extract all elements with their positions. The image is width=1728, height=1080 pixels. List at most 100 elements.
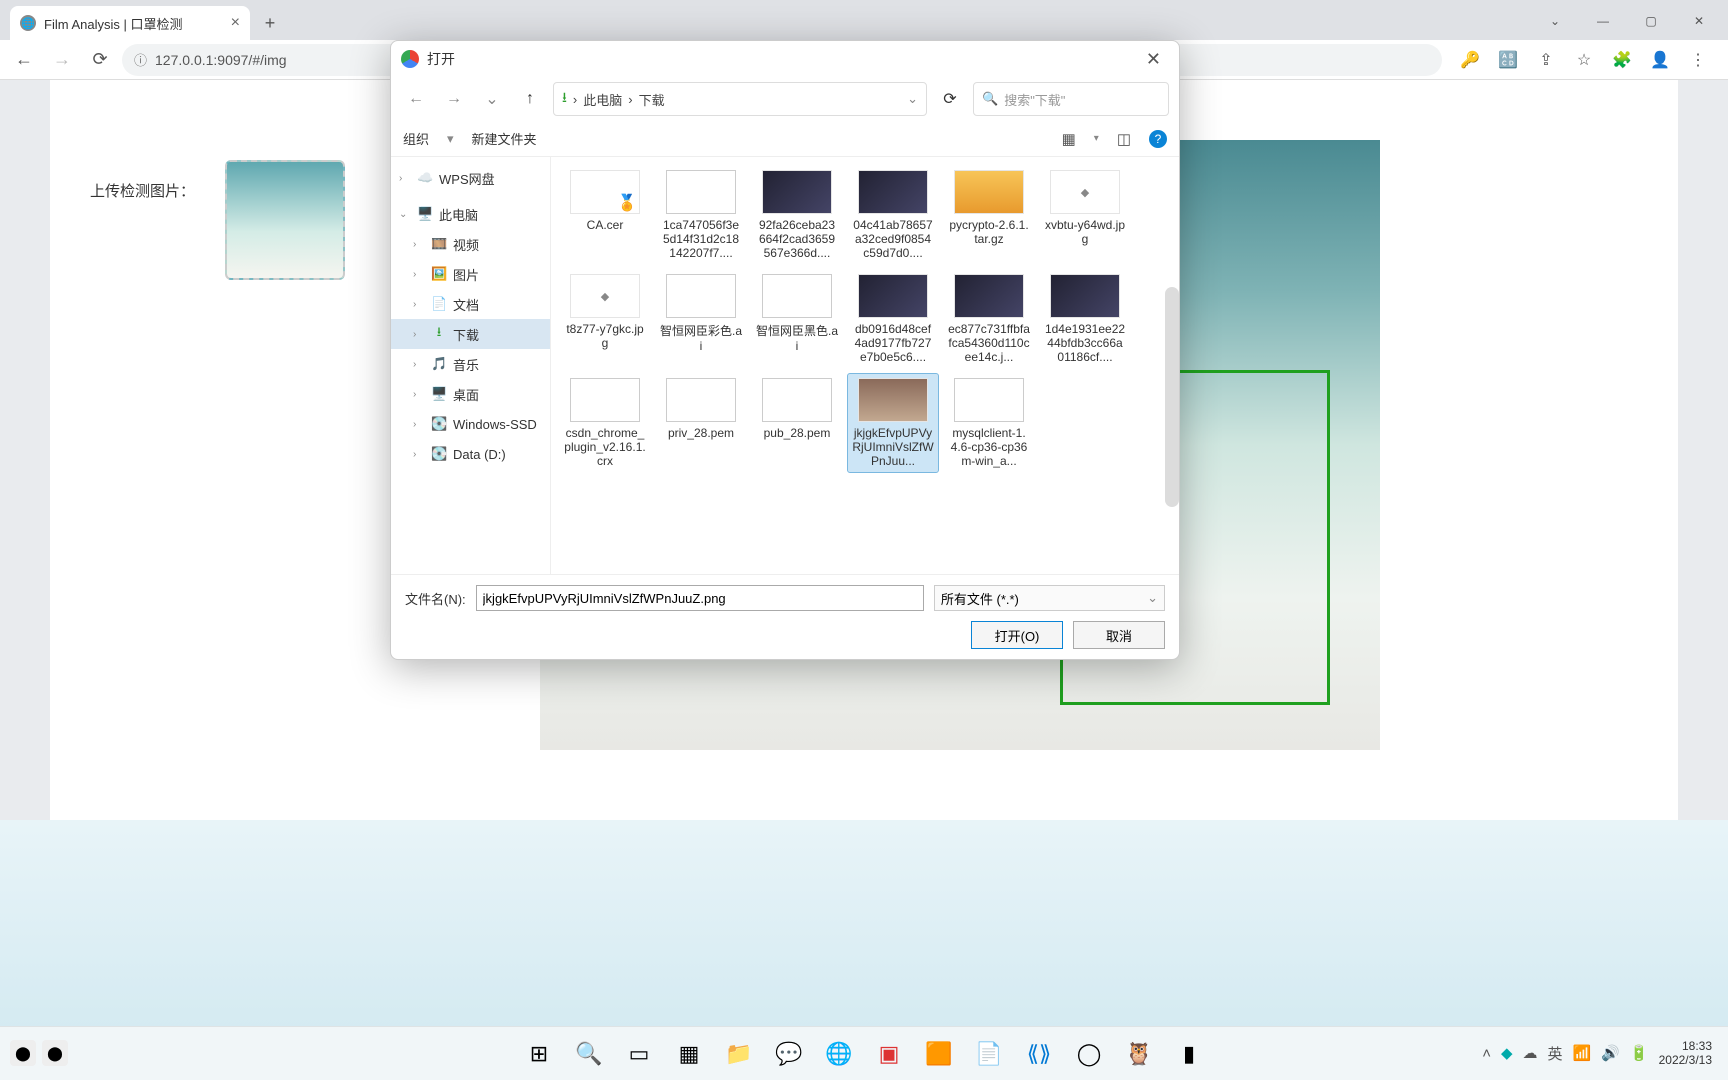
- tray-badge-1[interactable]: ⬤: [10, 1040, 36, 1066]
- bookmark-icon[interactable]: ☆: [1570, 46, 1598, 74]
- tree-documents[interactable]: ›📄文档: [391, 289, 550, 319]
- tray-app-icon[interactable]: ◆: [1501, 1044, 1513, 1062]
- organize-menu[interactable]: 组织: [403, 129, 429, 148]
- wechat-icon[interactable]: 💬: [768, 1033, 810, 1075]
- dialog-refresh-button[interactable]: ⟳: [935, 84, 965, 114]
- nav-forward-button[interactable]: →: [46, 44, 78, 76]
- file-item[interactable]: priv_28.pem: [655, 373, 747, 473]
- dialog-forward-button[interactable]: →: [439, 84, 469, 114]
- key-icon[interactable]: 🔑: [1456, 46, 1484, 74]
- path-dropdown-icon[interactable]: ⌄: [907, 91, 918, 107]
- dialog-recent-button[interactable]: ⌄: [477, 84, 507, 114]
- dialog-search-input[interactable]: 🔍 搜索"下载": [973, 82, 1169, 116]
- path-seg-pc[interactable]: 此电脑: [583, 90, 622, 109]
- widgets-button[interactable]: ▦: [668, 1033, 710, 1075]
- tree-videos[interactable]: ›🎞️视频: [391, 229, 550, 259]
- filename-label: 文件名(N):: [405, 589, 466, 608]
- translate-icon[interactable]: 🔠: [1494, 46, 1522, 74]
- dialog-title: 打开: [427, 49, 455, 69]
- file-type-filter[interactable]: 所有文件 (*.*)⌄: [934, 585, 1165, 611]
- app-icon-owl[interactable]: 🦉: [1118, 1033, 1160, 1075]
- search-button[interactable]: 🔍: [568, 1033, 610, 1075]
- file-item[interactable]: pub_28.pem: [751, 373, 843, 473]
- view-grid-icon[interactable]: ▦: [1062, 130, 1076, 148]
- vscode-icon[interactable]: ⟪⟫: [1018, 1033, 1060, 1075]
- word-icon[interactable]: 📄: [968, 1033, 1010, 1075]
- file-item[interactable]: csdn_chrome_plugin_v2.16.1.crx: [559, 373, 651, 473]
- browser-tab[interactable]: 🌐 Film Analysis | 口罩检测 ×: [10, 6, 250, 40]
- path-seg-downloads[interactable]: 下载: [639, 90, 665, 109]
- app-icon-circle[interactable]: ◯: [1068, 1033, 1110, 1075]
- tray-wifi-icon[interactable]: 📶: [1573, 1044, 1592, 1062]
- extensions-icon[interactable]: 🧩: [1608, 46, 1636, 74]
- tree-ssd[interactable]: ›💽Windows-SSD: [391, 409, 550, 439]
- tray-volume-icon[interactable]: 🔊: [1601, 1044, 1620, 1062]
- taskbar: ⬤ ⬤ ⊞ 🔍 ▭ ▦ 📁 💬 🌐 ▣ 🟧 📄 ⟪⟫ ◯ 🦉 ▮ ˄ ◆ ☁ 英…: [0, 1026, 1728, 1080]
- file-item[interactable]: 智恒网臣彩色.ai: [655, 269, 747, 369]
- terminal-icon[interactable]: ▮: [1168, 1033, 1210, 1075]
- file-item[interactable]: ◆xvbtu-y64wd.jpg: [1039, 165, 1131, 265]
- start-button[interactable]: ⊞: [518, 1033, 560, 1075]
- tab-title: Film Analysis | 口罩检测: [44, 14, 182, 33]
- file-item[interactable]: 1ca747056f3e5d14f31d2c18142207f7....: [655, 165, 747, 265]
- tray-ime-icon[interactable]: 英: [1548, 1043, 1563, 1064]
- tray-badge-2[interactable]: ⬤: [42, 1040, 68, 1066]
- chrome-icon: [401, 50, 419, 68]
- tray-battery-icon[interactable]: 🔋: [1630, 1044, 1649, 1062]
- file-item[interactable]: ◆t8z77-y7gkc.jpg: [559, 269, 651, 369]
- window-close-icon[interactable]: ✕: [1676, 6, 1722, 36]
- profile-icon[interactable]: 👤: [1646, 46, 1674, 74]
- file-item[interactable]: mysqlclient-1.4.6-cp36-cp36m-win_a...: [943, 373, 1035, 473]
- dialog-close-button[interactable]: ✕: [1138, 45, 1169, 74]
- dialog-up-button[interactable]: ↑: [515, 84, 545, 114]
- menu-icon[interactable]: ⋮: [1684, 46, 1712, 74]
- task-view-button[interactable]: ▭: [618, 1033, 660, 1075]
- nav-reload-button[interactable]: ⟳: [84, 44, 116, 76]
- file-item[interactable]: pycrypto-2.6.1.tar.gz: [943, 165, 1035, 265]
- file-item[interactable]: 04c41ab78657a32ced9f0854c59d7d0....: [847, 165, 939, 265]
- share-icon[interactable]: ⇪: [1532, 46, 1560, 74]
- tray-overflow-icon[interactable]: ˄: [1482, 1045, 1491, 1062]
- file-item[interactable]: 1d4e1931ee2244bfdb3cc66a01186cf....: [1039, 269, 1131, 369]
- tab-close-icon[interactable]: ×: [231, 14, 240, 32]
- help-icon[interactable]: ?: [1149, 130, 1167, 148]
- file-list-scrollbar[interactable]: [1165, 287, 1179, 507]
- tree-downloads[interactable]: ›⭳下载: [391, 319, 550, 349]
- tree-pictures[interactable]: ›🖼️图片: [391, 259, 550, 289]
- tree-data-d[interactable]: ›💽Data (D:): [391, 439, 550, 469]
- window-minimize-icon[interactable]: —: [1580, 6, 1626, 36]
- file-item[interactable]: 92fa26ceba23664f2cad3659567e366d....: [751, 165, 843, 265]
- app-icon-grid[interactable]: 🟧: [918, 1033, 960, 1075]
- dialog-path-bar[interactable]: ⭳ › 此电脑 › 下载 ⌄: [553, 82, 927, 116]
- upload-dropzone[interactable]: [225, 160, 345, 280]
- tree-music[interactable]: ›🎵音乐: [391, 349, 550, 379]
- chrome-taskbar-icon[interactable]: 🌐: [818, 1033, 860, 1075]
- filename-input[interactable]: [476, 585, 924, 611]
- site-info-icon[interactable]: ⓘ: [134, 50, 147, 69]
- file-item[interactable]: 智恒网臣黑色.ai: [751, 269, 843, 369]
- tray-onedrive-icon[interactable]: ☁: [1523, 1044, 1538, 1062]
- explorer-icon[interactable]: 📁: [718, 1033, 760, 1075]
- file-item[interactable]: CA.cer: [559, 165, 651, 265]
- tree-wps[interactable]: ›☁️WPS网盘: [391, 163, 550, 193]
- folder-tree: ›☁️WPS网盘 ⌄🖥️此电脑 ›🎞️视频 ›🖼️图片 ›📄文档 ›⭳下载 ›🎵…: [391, 157, 551, 574]
- tree-this-pc[interactable]: ⌄🖥️此电脑: [391, 199, 550, 229]
- globe-icon: 🌐: [20, 15, 36, 31]
- system-clock[interactable]: 18:33 2022/3/13: [1659, 1039, 1712, 1068]
- new-tab-button[interactable]: +: [256, 9, 284, 37]
- open-button[interactable]: 打开(O): [971, 621, 1063, 649]
- cancel-button[interactable]: 取消: [1073, 621, 1165, 649]
- view-pane-icon[interactable]: ◫: [1117, 130, 1131, 148]
- file-item-selected[interactable]: jkjgkEfvpUPVyRjUImniVslZfWPnJuu...: [847, 373, 939, 473]
- app-icon-red[interactable]: ▣: [868, 1033, 910, 1075]
- dialog-back-button[interactable]: ←: [401, 84, 431, 114]
- file-item[interactable]: ec877c731ffbfafca54360d110cee14c.j...: [943, 269, 1035, 369]
- new-folder-button[interactable]: 新建文件夹: [472, 129, 537, 148]
- download-folder-icon: ⭳: [562, 87, 567, 111]
- window-dropdown-icon[interactable]: ⌄: [1532, 6, 1578, 36]
- tree-desktop[interactable]: ›🖥️桌面: [391, 379, 550, 409]
- nav-back-button[interactable]: ←: [8, 44, 40, 76]
- file-item[interactable]: db0916d48cef4ad9177fb727e7b0e5c6....: [847, 269, 939, 369]
- upload-label: 上传检测图片：: [90, 180, 195, 201]
- window-maximize-icon[interactable]: ▢: [1628, 6, 1674, 36]
